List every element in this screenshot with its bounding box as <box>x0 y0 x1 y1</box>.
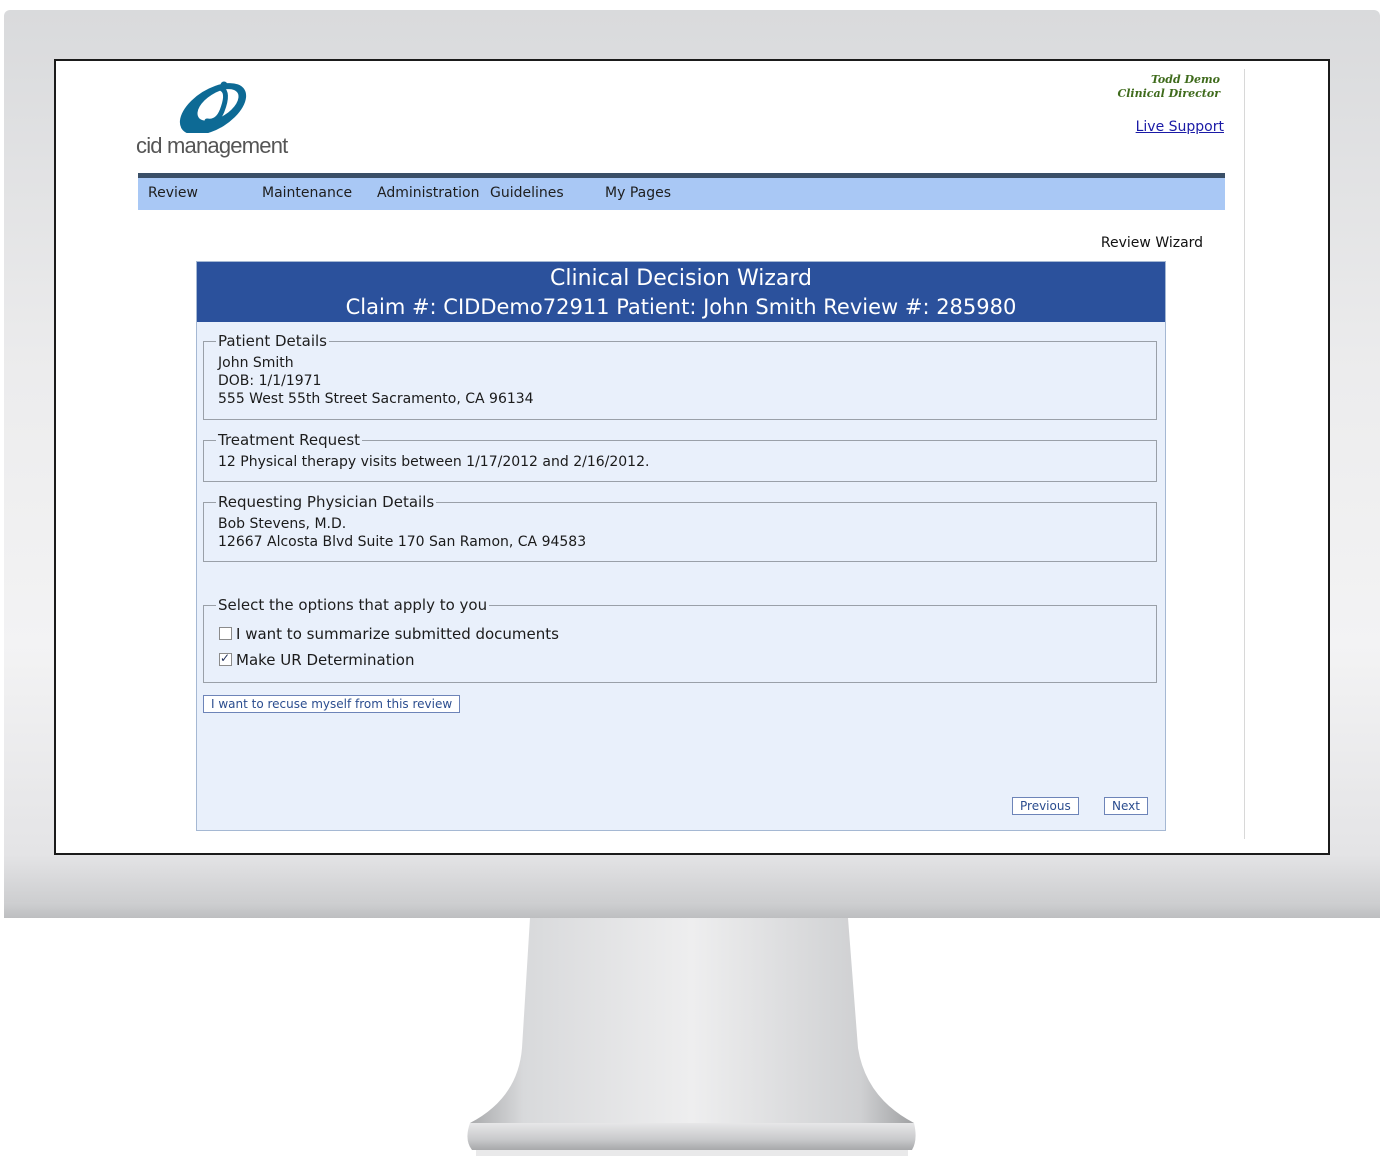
make-ur-determination-label: Make UR Determination <box>236 651 415 669</box>
patient-name: John Smith <box>218 355 294 371</box>
tab-document-summaries[interactable]: Document Summaries <box>566 227 746 259</box>
main-menu: Review Maintenance Administration Guidel… <box>138 173 1225 210</box>
summarize-documents-checkbox[interactable] <box>219 627 232 640</box>
make-ur-determination-checkbox[interactable] <box>219 651 232 666</box>
tab-review[interactable]: Review <box>160 227 246 259</box>
live-support-link[interactable]: Live Support <box>1116 119 1224 135</box>
menu-item-my-pages[interactable]: My Pages <box>605 185 671 201</box>
menu-item-guidelines[interactable]: Guidelines <box>490 185 564 201</box>
screen: cid management Todd Demo Clinical Direct… <box>54 59 1330 855</box>
logo-text: cid management <box>136 133 288 158</box>
user-info: Todd Demo Clinical Director <box>956 73 1220 101</box>
previous-button[interactable]: Previous <box>1012 797 1079 815</box>
clinical-decision-wizard: Clinical Decision Wizard Claim #: CIDDem… <box>196 261 1166 831</box>
option-summarize-documents[interactable]: I want to summarize submitted documents <box>219 625 559 643</box>
treatment-request-text: 12 Physical therapy visits between 1/17/… <box>218 454 650 470</box>
physician-details-legend: Requesting Physician Details <box>218 493 435 511</box>
options-legend: Select the options that apply to you <box>218 596 488 614</box>
tab-affiliated-reviews[interactable]: Affiliated Reviews <box>764 227 912 259</box>
menu-item-administration[interactable]: Administration <box>377 185 479 201</box>
patient-details-group: Patient Details John Smith DOB: 1/1/1971… <box>203 332 1157 420</box>
review-tabs: Review Review Determination Documents Do… <box>138 227 1225 261</box>
page-right-border <box>1244 69 1245 839</box>
cid-logo: cid management <box>136 71 296 161</box>
recuse-button[interactable]: I want to recuse myself from this review <box>203 695 461 713</box>
treatment-request-legend: Treatment Request <box>218 431 361 449</box>
next-button[interactable]: Next <box>1104 797 1148 815</box>
tab-review-wizard[interactable]: Review Wizard <box>1088 227 1216 259</box>
monitor-stand <box>467 918 916 1156</box>
physician-name: Bob Stevens, M.D. <box>218 516 347 532</box>
wizard-title: Clinical Decision Wizard <box>549 266 812 291</box>
physician-details-group: Requesting Physician Details Bob Stevens… <box>203 493 1157 562</box>
user-role: Clinical Director <box>1117 87 1220 100</box>
option-make-ur-determination[interactable]: Make UR Determination <box>219 651 414 669</box>
patient-details-legend: Patient Details <box>218 332 327 350</box>
patient-dob: DOB: 1/1/1971 <box>218 373 322 389</box>
monitor-chin <box>4 902 1380 918</box>
menu-item-maintenance[interactable]: Maintenance <box>262 185 352 201</box>
wizard-claim-info: Claim #: CIDDemo72911 Patient: John Smit… <box>345 295 1017 319</box>
physician-address: 12667 Alcosta Blvd Suite 170 San Ramon, … <box>218 534 587 550</box>
summarize-documents-label: I want to summarize submitted documents <box>236 625 559 643</box>
user-name: Todd Demo <box>1151 73 1220 86</box>
tab-documents[interactable]: Documents <box>450 227 550 259</box>
tab-review-activities[interactable]: Review Activities <box>928 227 1076 259</box>
tab-review-determination[interactable]: Review Determination <box>258 227 436 259</box>
treatment-request-group: Treatment Request 12 Physical therapy vi… <box>203 431 1157 482</box>
menu-item-review[interactable]: Review <box>148 185 198 201</box>
patient-address: 555 West 55th Street Sacramento, CA 9613… <box>218 391 534 407</box>
cid-logo-mark-icon <box>179 81 247 133</box>
wizard-header: Clinical Decision Wizard Claim #: CIDDem… <box>197 262 1165 322</box>
